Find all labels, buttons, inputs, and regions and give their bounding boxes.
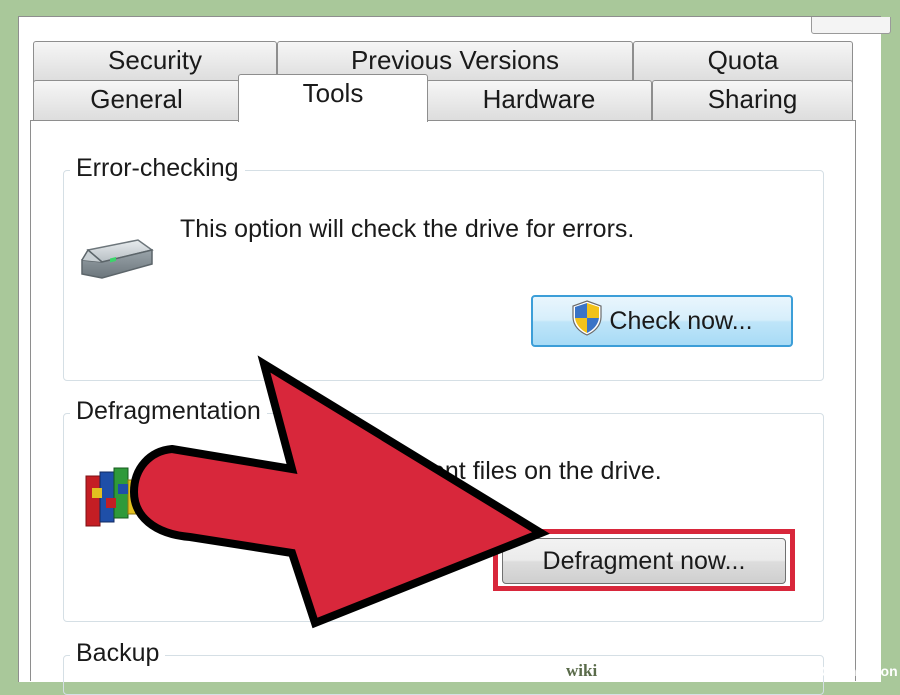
red-arrow-annotation: [129, 355, 550, 629]
wikihow-watermark: wiki How to Speed Up a Slow Internet Con…: [566, 660, 898, 681]
watermark-brand: wiki: [566, 660, 598, 680]
watermark-title: How to Speed Up a Slow Internet Connecti…: [598, 662, 898, 679]
